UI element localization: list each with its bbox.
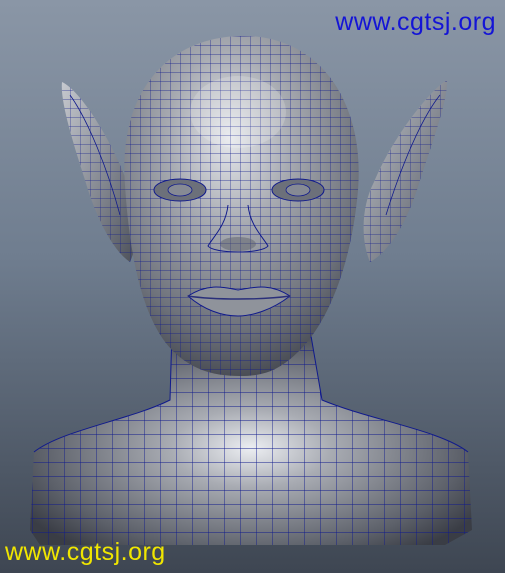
watermark-top: www.cgtsj.org [335, 8, 496, 36]
watermark-bottom: www.cgtsj.org [5, 538, 166, 566]
right-ear [363, 80, 448, 262]
maya-viewport[interactable]: www.cgtsj.org www.cgtsj.org [0, 0, 505, 573]
face [124, 35, 359, 376]
head-model[interactable] [0, 0, 505, 573]
